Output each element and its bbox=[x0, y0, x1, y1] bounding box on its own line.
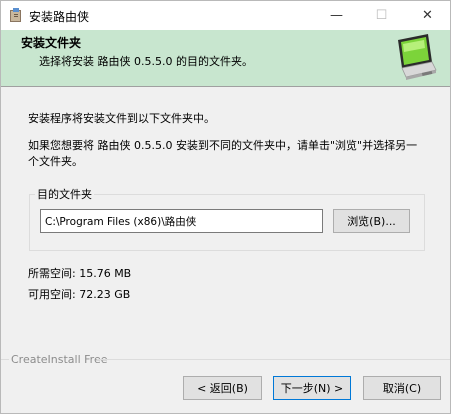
footer-divider bbox=[97, 359, 450, 360]
close-icon: ✕ bbox=[422, 8, 433, 23]
next-button[interactable]: 下一步(N) > bbox=[273, 376, 351, 400]
title-bar[interactable]: 安装路由侠 — ☐ ✕ bbox=[1, 1, 450, 30]
cancel-button[interactable]: 取消(C) bbox=[363, 376, 441, 400]
minimize-icon: — bbox=[330, 8, 343, 23]
page-header: 安装文件夹 选择将安装 路由侠 0.5.5.0 的目的文件夹。 bbox=[1, 30, 450, 87]
available-space-text: 可用空间: 72.23 GB bbox=[28, 288, 131, 301]
back-button[interactable]: < 返回(B) bbox=[183, 376, 262, 400]
maximize-button: ☐ bbox=[359, 1, 404, 30]
browse-button[interactable]: 浏览(B)... bbox=[333, 209, 410, 233]
destination-path-input[interactable] bbox=[40, 209, 323, 233]
installer-app-icon bbox=[10, 8, 21, 22]
intro-text: 安装程序将安装文件到以下文件夹中。 bbox=[28, 112, 215, 125]
footer-divider-left bbox=[1, 359, 9, 360]
maximize-icon: ☐ bbox=[375, 8, 388, 23]
page-title: 安装文件夹 bbox=[21, 36, 82, 50]
destination-group-label: 目的文件夹 bbox=[35, 186, 94, 202]
instructions-text: 如果您想要将 路由侠 0.5.5.0 安装到不同的文件夹中，请单击"浏览"并选择… bbox=[28, 139, 418, 168]
installer-window: 安装路由侠 — ☐ ✕ 安装文件夹 选择将安装 路由侠 0.5.5.0 的目的文… bbox=[0, 0, 451, 414]
page-subtitle: 选择将安装 路由侠 0.5.5.0 的目的文件夹。 bbox=[39, 55, 253, 68]
minimize-button[interactable]: — bbox=[314, 1, 359, 30]
close-button[interactable]: ✕ bbox=[405, 1, 450, 30]
window-title: 安装路由侠 bbox=[29, 10, 90, 24]
required-space-text: 所需空间: 15.76 MB bbox=[28, 267, 132, 280]
createinstall-brand: CreateInstall Free bbox=[11, 353, 108, 366]
computer-monitor-icon bbox=[398, 34, 437, 80]
